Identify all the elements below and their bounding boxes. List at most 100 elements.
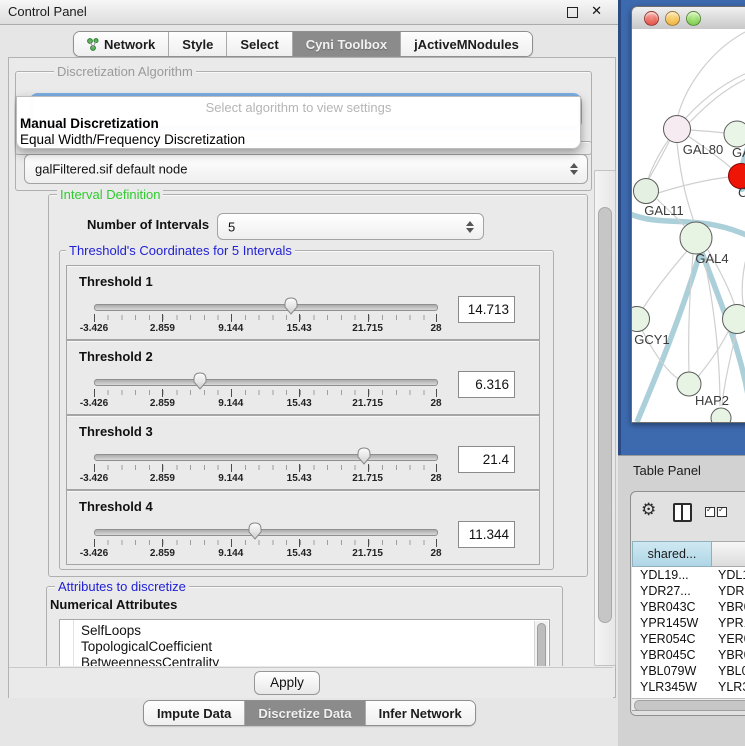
right-strip: GAL80 GA C GAL11 GAL4 GCY1 H HAP2 Table … xyxy=(618,0,745,745)
dropdown-option-manual[interactable]: Manual Discretization xyxy=(20,116,159,131)
slider-thumb[interactable] xyxy=(192,371,208,391)
minimize-button-mac[interactable] xyxy=(665,11,680,26)
tab-discretize-data[interactable]: Discretize Data xyxy=(244,701,364,725)
table-row[interactable]: YDL19...YDL1 xyxy=(632,567,745,583)
table-row[interactable]: YLR345WYLR3 xyxy=(632,679,745,695)
table-data-combo[interactable]: galFiltered.sif default node xyxy=(24,154,588,184)
node-gcy1[interactable] xyxy=(632,307,650,332)
cyni-toolbox-panel: Discretization Algorithm Select algorith… xyxy=(8,57,616,698)
network-canvas[interactable]: GAL80 GA C GAL11 GAL4 GCY1 H HAP2 xyxy=(632,29,745,422)
slider-thumb[interactable] xyxy=(356,446,372,466)
numerical-attributes-label: Numerical Attributes xyxy=(50,597,177,612)
threshold-value-field[interactable]: 14.713 xyxy=(458,296,515,323)
tick-label: 9.144 xyxy=(218,323,243,334)
tab-infer-network[interactable]: Infer Network xyxy=(365,701,475,725)
combo-value: galFiltered.sif default node xyxy=(35,162,187,177)
group-title: Attributes to discretize xyxy=(55,579,189,594)
slider-track[interactable] xyxy=(94,529,438,536)
apply-button[interactable]: Apply xyxy=(254,671,320,695)
network-window-titlebar xyxy=(632,7,745,30)
tab-label: Infer Network xyxy=(379,706,462,721)
list-item[interactable]: BetweennessCentrality xyxy=(60,655,549,666)
tab-network[interactable]: Network xyxy=(74,32,168,56)
tick-label: 9.144 xyxy=(218,398,243,409)
node-gal80[interactable] xyxy=(664,116,691,143)
table-header: shared... na xyxy=(632,541,745,567)
columns-icon[interactable] xyxy=(673,503,692,522)
table-row[interactable]: YBL079WYBL0 xyxy=(632,663,745,679)
node-label: GAL80 xyxy=(683,142,723,157)
slider-track[interactable] xyxy=(94,454,438,461)
panel-title: Control Panel xyxy=(8,4,87,19)
num-intervals-label: Number of Intervals xyxy=(87,217,209,232)
column-header-shared-name[interactable]: shared... xyxy=(632,541,712,567)
checkbox-icon[interactable] xyxy=(717,507,727,517)
float-window-icon[interactable] xyxy=(567,7,578,18)
slider-track[interactable] xyxy=(94,304,438,311)
table-row[interactable]: YBR043CYBR0 xyxy=(632,599,745,615)
node-gal11[interactable] xyxy=(634,179,659,204)
tab-label: Cyni Toolbox xyxy=(306,37,387,52)
network-window: GAL80 GA C GAL11 GAL4 GCY1 H HAP2 xyxy=(631,6,745,423)
tick-label: 15.43 xyxy=(287,473,312,484)
checkbox-icon[interactable] xyxy=(705,507,715,517)
list-item[interactable]: TopologicalCoefficient xyxy=(60,639,549,655)
table-rows: YDL19...YDL1 YDR27...YDR2 YBR043CYBR0 YP… xyxy=(632,567,745,698)
tab-impute-data[interactable]: Impute Data xyxy=(144,701,244,725)
dropdown-option-equal-width[interactable]: Equal Width/Frequency Discretization xyxy=(20,132,245,147)
table-row[interactable]: YBR045CYBR0 xyxy=(632,647,745,663)
table-row[interactable]: YDR27...YDR2 xyxy=(632,583,745,599)
control-panel-titlebar: Control Panel ✕ xyxy=(0,0,618,25)
num-intervals-combo[interactable]: 5 xyxy=(217,213,484,240)
tick-label: 21.715 xyxy=(352,323,383,334)
slider[interactable]: -3.426 2.859 9.144 15.43 21.715 28 xyxy=(94,491,436,564)
tick-label: 2.859 xyxy=(150,473,175,484)
node-gal4[interactable] xyxy=(680,222,712,254)
tick-label: 2.859 xyxy=(150,323,175,334)
network-graph: GAL80 GA C GAL11 GAL4 GCY1 H HAP2 xyxy=(632,29,745,422)
gear-icon[interactable]: ⚙ xyxy=(641,500,656,520)
tab-label: Discretize Data xyxy=(258,706,351,721)
table-panel-window: ⚙ shared... na YDL19...YDL1 YDR27...YDR2… xyxy=(630,491,745,716)
table-row[interactable]: YER054CYER0 xyxy=(632,631,745,647)
top-tab-bar: Network Style Select Cyni Toolbox jActiv… xyxy=(73,31,533,57)
table-row[interactable]: YPR145WYPR1 xyxy=(632,615,745,631)
slider[interactable]: -3.426 2.859 9.144 15.43 21.715 28 xyxy=(94,341,436,414)
tab-select[interactable]: Select xyxy=(226,32,291,56)
nodes xyxy=(632,116,745,423)
close-icon[interactable]: ✕ xyxy=(591,3,602,19)
combo-value: 5 xyxy=(228,219,235,234)
node-bottom-partial[interactable] xyxy=(711,408,731,422)
close-button-mac[interactable] xyxy=(644,11,659,26)
numerical-attributes-list: SelfLoops TopologicalCoefficient Between… xyxy=(59,619,550,666)
list-item[interactable]: SelfLoops xyxy=(60,623,549,639)
slider-thumb[interactable] xyxy=(283,296,299,316)
slider[interactable]: -3.426 2.859 9.144 15.43 21.715 28 xyxy=(94,266,436,339)
threshold-value-field[interactable]: 11.344 xyxy=(458,521,515,548)
tick-label: 21.715 xyxy=(352,398,383,409)
tick-label: 2.859 xyxy=(150,398,175,409)
group-title: Threshold's Coordinates for 5 Intervals xyxy=(66,243,295,258)
threshold-value-field[interactable]: 21.4 xyxy=(458,446,515,473)
slider-thumb[interactable] xyxy=(247,521,263,541)
threshold-2-panel: Threshold 2 -3.426 2.859 9.144 15.43 21.… xyxy=(66,340,540,415)
slider[interactable]: -3.426 2.859 9.144 15.43 21.715 28 xyxy=(94,416,436,489)
table-window-bottom xyxy=(632,710,745,716)
scrollbar-thumb[interactable] xyxy=(598,207,612,623)
column-header-name[interactable]: na xyxy=(712,541,745,567)
list-scrollbar[interactable] xyxy=(534,621,548,666)
attributes-group: Attributes to discretize Numerical Attri… xyxy=(46,586,563,666)
zoom-button-mac[interactable] xyxy=(686,11,701,26)
table-panel-title: Table Panel xyxy=(633,463,701,478)
tab-cyni-toolbox[interactable]: Cyni Toolbox xyxy=(292,32,400,56)
tick-label: 15.43 xyxy=(287,323,312,334)
node-top-right[interactable] xyxy=(724,121,745,147)
tick-label: 28 xyxy=(430,548,441,559)
dropdown-hint: Select algorithm to view settings xyxy=(17,100,580,115)
threshold-value-field[interactable]: 6.316 xyxy=(458,371,515,398)
table-panel-area: Table Panel ⚙ shared... na YDL19...YDL1 … xyxy=(618,455,745,746)
slider-track[interactable] xyxy=(94,379,438,386)
tab-jactivemnodules[interactable]: jActiveMNodules xyxy=(400,32,532,56)
panel-scrollbar[interactable] xyxy=(594,170,616,666)
tab-style[interactable]: Style xyxy=(168,32,226,56)
